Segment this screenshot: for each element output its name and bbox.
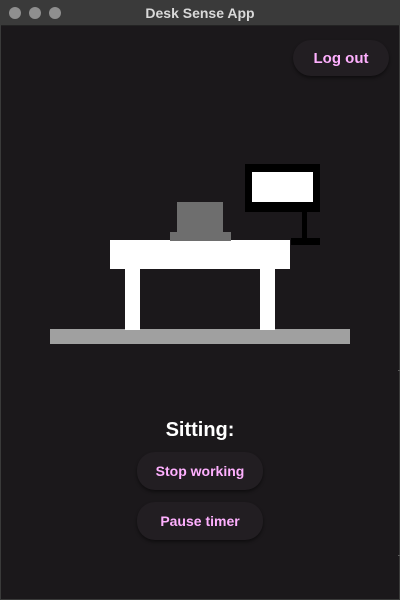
pause-timer-button[interactable]: Pause timer [137,502,263,540]
desk-left-leg [125,268,140,330]
laptop-base [170,232,231,241]
posture-status-label: Sitting: [165,419,235,441]
stop-working-button[interactable]: Stop working [137,452,263,490]
laptop-icon [177,202,223,233]
monitor-icon [245,164,320,245]
floor-bar [50,329,350,344]
desk-right-leg [260,268,275,330]
app-window: Desk Sense App Log out Sitting: Stop wor… [0,0,400,600]
desk-top [110,240,290,269]
